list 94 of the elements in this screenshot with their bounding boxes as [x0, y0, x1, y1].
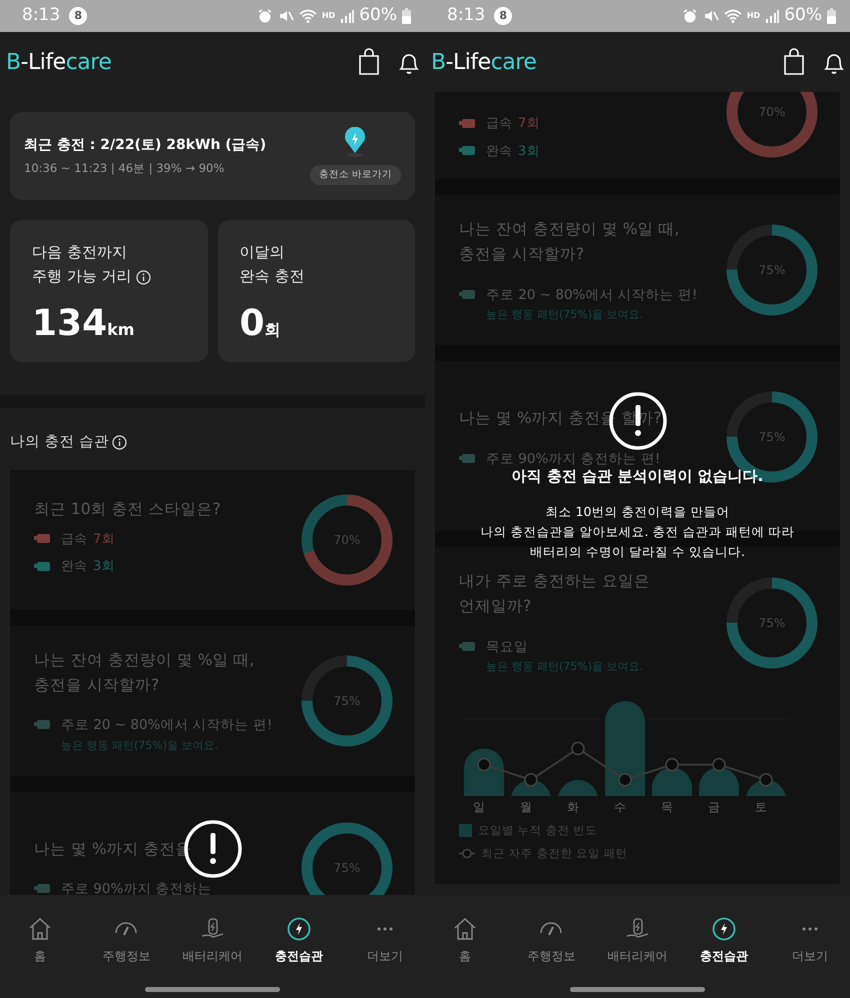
more-icon	[802, 927, 818, 931]
stat-value: 134	[32, 306, 108, 342]
data-point	[571, 741, 585, 755]
more-icon	[377, 927, 393, 931]
day-label: 월	[519, 798, 533, 816]
nav-tab[interactable]: 주행정보	[521, 915, 582, 965]
nav-tab[interactable]: 더보기	[780, 915, 840, 965]
day-label: 토	[754, 798, 768, 816]
habit-summary: 주로 90%까지 충전하는	[61, 880, 212, 895]
app-logo: B-Lifecare	[6, 48, 112, 76]
status-time: 8:13	[447, 4, 486, 28]
charger-icon	[459, 288, 476, 301]
battery-icon	[402, 8, 411, 24]
habit-question: 나는 잔여 충전량이 몇 %일 때, 충전을 시작할까?	[34, 650, 256, 696]
nav-tab[interactable]: 배터리케어	[608, 915, 668, 965]
nav-tab[interactable]: 주행정보	[96, 915, 156, 965]
chart-bar	[558, 780, 598, 798]
wifi-icon	[298, 8, 317, 24]
signal-icon	[340, 8, 354, 24]
legend-label: 완속	[486, 142, 512, 160]
nav-tab[interactable]: 충전습관	[268, 915, 329, 965]
chart-bar	[652, 767, 692, 796]
chart-bar	[511, 780, 551, 798]
habit-summary: 주로 90%까지 충전하는 편!	[486, 450, 660, 469]
legend-label: 완속	[61, 558, 87, 576]
charger-icon	[34, 883, 51, 895]
notification-badge: 8	[69, 7, 88, 25]
day-label: 수	[613, 798, 627, 816]
battery-icon	[827, 8, 836, 24]
data-point	[524, 772, 538, 786]
empty-state-title: 아직 충전 습관 분석이력이 없습니다.	[512, 466, 764, 487]
recent-charge-title: 최근 충전 : 2/22(토) 28kWh (급속)	[24, 136, 266, 155]
stat-unit: km	[107, 319, 134, 341]
day-label: 화	[566, 798, 580, 816]
recent-charge-card[interactable]: 최근 충전 : 2/22(토) 28kWh (급속) 10:36 ~ 11:23 | 46분 | 39% → 90% 충전소 바로가기	[10, 112, 415, 200]
legend-count: 3회	[518, 142, 540, 160]
nav-tab[interactable]: 배터리케어	[182, 915, 242, 965]
habit-question: 내가 주로 충전하는 요일은 언제일까?	[459, 571, 650, 618]
day-label: 일	[472, 798, 486, 816]
charging-icon	[284, 915, 313, 943]
habit-question: 최근 10회 충전 스타일은?	[34, 498, 221, 520]
charger-icon	[459, 452, 476, 465]
status-time: 8:13	[22, 4, 60, 28]
nav-tab[interactable]: 더보기	[355, 915, 415, 965]
wifi-icon	[724, 8, 742, 24]
nav-tab[interactable]: 충전습관	[694, 915, 754, 965]
bar-legend-icon	[459, 824, 472, 837]
info-icon	[112, 435, 128, 450]
battery-percent: 60%	[359, 4, 397, 28]
habit-question: 나는 잔여 충전량이 몇 %일 때, 충전을 시작할까?	[459, 219, 680, 265]
stat-value: 0	[240, 306, 265, 342]
nav-tab[interactable]: 홈	[435, 915, 495, 965]
signal-icon	[765, 8, 780, 24]
go-to-station-button[interactable]: 충전소 바로가기	[310, 164, 401, 186]
legend-label: 급속	[61, 530, 87, 549]
empty-state-message: 최소 10번의 충전이력을 만들어 나의 충전습관을 알아보세요. 충전 습관과 패턴에 따라 배터리의 수명이 달라질 수 있습니다.	[480, 502, 794, 560]
shopping-bag-icon[interactable]	[782, 48, 806, 76]
chart-bar	[699, 767, 739, 796]
mute-icon	[278, 8, 294, 24]
line-legend-icon	[459, 847, 475, 860]
habit-summary: 주로 20 ~ 80%에서 시작하는 편!	[61, 716, 272, 736]
data-point	[477, 758, 491, 772]
charging-icon	[710, 915, 738, 943]
network-label: HD	[322, 12, 336, 20]
stat-unit: 회	[264, 319, 281, 341]
notification-badge: 8	[494, 7, 512, 25]
alarm-icon	[682, 8, 698, 24]
app-logo: B-Lifecare	[431, 48, 536, 76]
location-pin-icon	[343, 126, 368, 157]
shopping-bag-icon[interactable]	[357, 48, 381, 76]
habit-summary: 주로 20 ~ 80%에서 시작하는 편!	[486, 286, 698, 305]
charger-icon	[34, 719, 51, 732]
recent-charge-detail: 10:36 ~ 11:23 | 46분 | 39% → 90%	[24, 160, 226, 177]
network-label: HD	[746, 12, 760, 20]
stat-label: 다음 충전까지 주행 가능 거리	[32, 242, 132, 287]
chart-bar	[746, 780, 786, 798]
data-point	[618, 772, 632, 786]
stat-label: 이달의 완속 충전	[240, 242, 304, 287]
legend-count: 7회	[93, 530, 114, 549]
data-point	[665, 758, 679, 772]
mute-icon	[702, 8, 719, 24]
section-title: 나의 충전 습관	[10, 433, 110, 452]
legend-count: 3회	[93, 558, 114, 576]
nav-tab[interactable]: 홈	[10, 915, 70, 965]
data-point	[759, 772, 773, 786]
habit-summary: 목요일	[486, 638, 528, 657]
data-point	[712, 758, 726, 772]
day-label: 금	[707, 798, 721, 816]
alarm-icon	[256, 8, 273, 24]
battery-percent: 60%	[784, 4, 822, 28]
legend-count: 7회	[518, 115, 540, 133]
day-label: 목	[660, 798, 674, 816]
charger-icon	[459, 641, 476, 654]
legend-label: 급속	[486, 115, 512, 133]
